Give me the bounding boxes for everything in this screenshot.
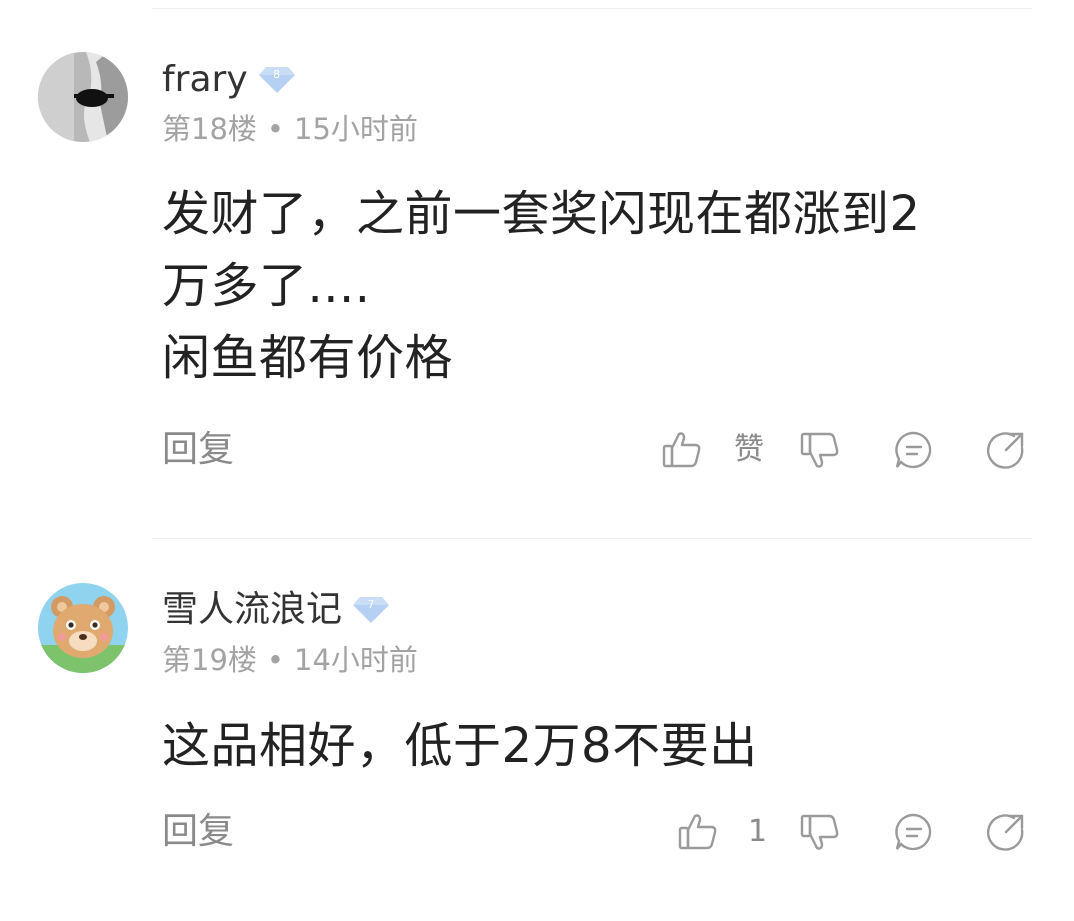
reply-button[interactable]: 回复: [162, 810, 234, 854]
share-icon[interactable]: [984, 810, 1028, 854]
bear-avatar-icon: [38, 583, 128, 673]
like-count[interactable]: 1: [748, 812, 767, 852]
comment-text: 这品相好，低于2万8不要出: [162, 710, 1022, 782]
timestamp: 15小时前: [294, 112, 418, 146]
level-number: 8: [273, 68, 281, 81]
comment-bubble-icon[interactable]: [892, 810, 936, 854]
comment-line: 闲鱼都有价格: [162, 330, 454, 386]
avatar[interactable]: [38, 583, 128, 673]
comment-line: 这品相好，低于2万8不要出: [162, 718, 758, 774]
comment-divider: [152, 538, 1032, 539]
comment-bubble-icon[interactable]: [892, 428, 936, 472]
meta-separator: •: [266, 112, 285, 146]
top-divider: [152, 8, 1032, 9]
thumbs-up-icon[interactable]: [660, 428, 704, 472]
level-number: 7: [367, 598, 375, 611]
reply-button[interactable]: 回复: [162, 428, 234, 472]
timestamp: 14小时前: [294, 643, 418, 677]
username[interactable]: frary: [162, 60, 248, 100]
comment-line: 万多了....: [162, 258, 371, 314]
level-badge-icon: 7: [352, 595, 390, 625]
comment-actions: 回复 1: [162, 810, 1028, 854]
like-count[interactable]: 赞: [734, 430, 764, 470]
comment-meta: 第18楼 • 15小时前: [162, 112, 418, 146]
level-badge-icon: 8: [258, 65, 296, 95]
comment-actions: 回复 赞: [162, 428, 1028, 472]
share-icon[interactable]: [984, 428, 1028, 472]
meta-separator: •: [266, 643, 285, 677]
thumbs-down-icon[interactable]: [798, 810, 842, 854]
comment-meta: 第19楼 • 14小时前: [162, 643, 418, 677]
comment-line: 发财了，之前一套奖闪现在都涨到2: [162, 186, 921, 242]
username[interactable]: 雪人流浪记: [162, 590, 342, 630]
thumbs-up-icon[interactable]: [676, 810, 720, 854]
floor-number: 第18楼: [162, 112, 257, 146]
thumbs-down-icon[interactable]: [798, 428, 842, 472]
floor-number: 第19楼: [162, 643, 257, 677]
comment-text: 发财了，之前一套奖闪现在都涨到2 万多了.... 闲鱼都有价格: [162, 178, 1022, 394]
sunglasses-avatar-icon: [38, 52, 128, 142]
avatar[interactable]: [38, 52, 128, 142]
